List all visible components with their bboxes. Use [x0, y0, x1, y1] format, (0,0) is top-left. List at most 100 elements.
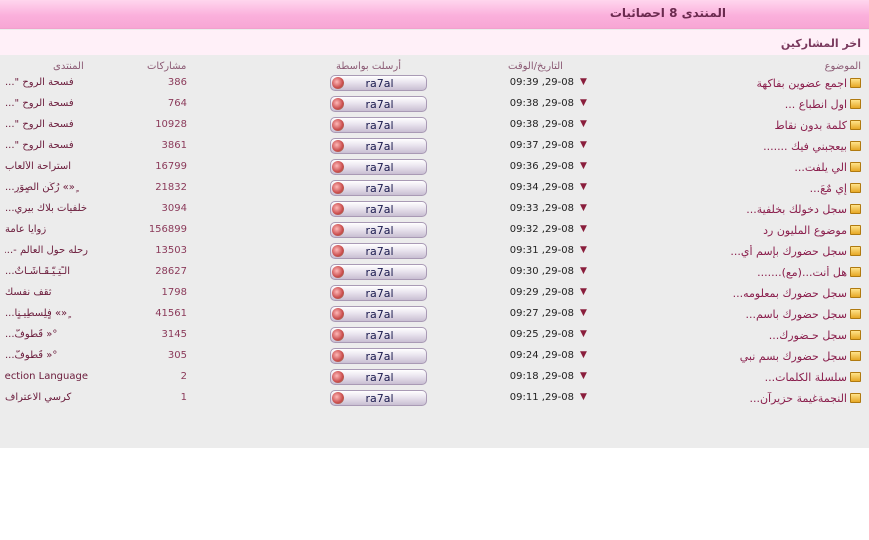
topic-link[interactable]: إيِ مٌعَ... [810, 182, 861, 195]
go-to-post-icon[interactable]: ▼ [580, 203, 587, 213]
go-to-post-icon[interactable]: ▼ [580, 182, 587, 192]
column-header-topic: الموضوع [824, 61, 861, 72]
forum-link[interactable]: ثقف نفسك [5, 287, 88, 298]
table-row: سجل حـضورك... ▼ 29-08, 09:25 ra7al 3145 °« قُ… [0, 325, 869, 346]
topic-link[interactable]: اجمع عضوين بفاكهة [757, 77, 861, 90]
topic-link[interactable]: سجل دخولك بخلفية... [746, 203, 861, 216]
topic-title: هل أنت...(مع)....... [757, 266, 847, 279]
topic-link[interactable]: سجل حضورك بمعلومه... [733, 287, 861, 300]
topic-title: موضوع المليون رد [763, 224, 847, 237]
folder-icon [850, 372, 861, 382]
topic-link[interactable]: سجل حضورك باسم... [746, 308, 861, 321]
go-to-post-icon[interactable]: ▼ [580, 329, 587, 339]
post-date: 29-08, 09:39 [509, 77, 574, 88]
post-date: 29-08, 09:32 [509, 224, 574, 235]
forum-link[interactable]: °« قُطُوفّ... [5, 350, 88, 361]
forum-link[interactable]: زوايا عامة [5, 224, 88, 235]
go-to-post-icon[interactable]: ▼ [580, 98, 587, 108]
topic-link[interactable]: سجل حضورك بإسم أي... [730, 245, 861, 258]
topic-title: الي يلفت... [794, 161, 847, 174]
poster-button[interactable]: ra7al [330, 75, 427, 91]
folder-icon [850, 225, 861, 235]
topic-link[interactable]: كلمة بدون نقاط [774, 119, 861, 132]
forum-link[interactable]: خلفيات بلاك بيري... [5, 203, 88, 214]
poster-button[interactable]: ra7al [330, 327, 427, 343]
poster-button[interactable]: ra7al [330, 306, 427, 322]
go-to-post-icon[interactable]: ▼ [580, 266, 587, 276]
poster-button[interactable]: ra7al [330, 264, 427, 280]
post-date: 29-08, 09:27 [509, 308, 574, 319]
forum-link[interactable]: كرسي الاعتراف [5, 392, 88, 403]
forum-link[interactable]: فسحة الروح "... [5, 98, 88, 109]
go-to-post-icon[interactable]: ▼ [580, 140, 587, 150]
poster-button[interactable]: ra7al [330, 159, 427, 175]
topic-link[interactable]: سجل حضورك بسم نبي [740, 350, 861, 363]
table-row: سجل حضورك بمعلومه... ▼ 29-08, 09:29 ra7al 17… [0, 283, 869, 304]
topic-link[interactable]: الي يلفت... [794, 161, 861, 174]
go-to-post-icon[interactable]: ▼ [580, 161, 587, 171]
forum-link[interactable]: رحله حول العالم -... [5, 245, 88, 256]
poster-button[interactable]: ra7al [330, 243, 427, 259]
post-date: 29-08, 09:18 [509, 371, 574, 382]
go-to-post-icon[interactable]: ▼ [580, 287, 587, 297]
forum-link[interactable]: °« قُطُوفّ... [5, 329, 88, 340]
topic-link[interactable]: سجل حـضورك... [769, 329, 861, 342]
poster-button[interactable]: ra7al [330, 285, 427, 301]
go-to-post-icon[interactable]: ▼ [580, 224, 587, 234]
forum-link[interactable]: ٍ«» فٍلِسطِيـنٍآ... [5, 308, 88, 319]
go-to-post-icon[interactable]: ▼ [580, 77, 587, 87]
go-to-post-icon[interactable]: ▼ [580, 371, 587, 381]
forum-link[interactable]: فسحة الروح "... [5, 119, 88, 130]
poster-button[interactable]: ra7al [330, 96, 427, 112]
poster-button[interactable]: ra7al [330, 348, 427, 364]
table-row: سجل دخولك بخلفية... ▼ 29-08, 09:33 ra7al 309… [0, 199, 869, 220]
go-to-post-icon[interactable]: ▼ [580, 392, 587, 402]
forum-link[interactable]: Section Language... [5, 371, 88, 382]
topic-link[interactable]: سلسلة الكلمات... [765, 371, 861, 384]
forum-link[interactable]: ٍ«» رُكُنٍ آلصٍوَرٍ... [5, 182, 88, 193]
go-to-post-icon[interactable]: ▼ [580, 350, 587, 360]
poster-name: ra7al [365, 119, 394, 132]
go-to-post-icon[interactable]: ▼ [580, 308, 587, 318]
topic-title: النجمةغيمة حزيرآن... [749, 392, 847, 405]
poster-name: ra7al [365, 161, 394, 174]
poster-name: ra7al [365, 392, 394, 405]
poster-name: ra7al [365, 203, 394, 216]
topic-title: إيِ مٌعَ... [809, 182, 847, 195]
forum-link[interactable]: فسحة الروح "... [5, 77, 88, 88]
post-count: 156899 [148, 224, 187, 235]
folder-icon [850, 78, 861, 88]
topic-link[interactable]: هل أنت...(مع)....... [757, 266, 861, 279]
statistics-panel: المنتدى 8 احصائيات اخر المشاركين الموضوع… [0, 0, 869, 448]
poster-button[interactable]: ra7al [330, 117, 427, 133]
topic-link[interactable]: النجمةغيمة حزيرآن... [749, 392, 861, 405]
poster-button[interactable]: ra7al [330, 390, 427, 406]
folder-icon [850, 141, 861, 151]
folder-icon [850, 183, 861, 193]
table-row: سجل حضورك باسم... ▼ 29-08, 09:27 ra7al 41561… [0, 304, 869, 325]
go-to-post-icon[interactable]: ▼ [580, 245, 587, 255]
topic-link[interactable]: موضوع المليون رد [763, 224, 861, 237]
table-row: الي يلفت... ▼ 29-08, 09:36 ra7al 16799 استراح… [0, 157, 869, 178]
topic-link[interactable]: اول انطباع ... [785, 98, 861, 111]
forum-link[interactable]: الـًتِـيّـقَـآشَـآتٌ... [5, 266, 88, 277]
poster-name: ra7al [365, 266, 394, 279]
poster-button[interactable]: ra7al [330, 222, 427, 238]
post-date: 29-08, 09:25 [509, 329, 574, 340]
topic-link[interactable]: بيعجبني فيك ....... [763, 140, 861, 153]
poster-button[interactable]: ra7al [330, 180, 427, 196]
poster-button[interactable]: ra7al [330, 201, 427, 217]
forum-link[interactable]: فسحة الروح "... [5, 140, 88, 151]
topic-title: اول انطباع ... [784, 98, 847, 111]
poster-name: ra7al [365, 329, 394, 342]
post-count: 13503 [155, 245, 187, 256]
folder-icon [850, 120, 861, 130]
go-to-post-icon[interactable]: ▼ [580, 119, 587, 129]
poster-button[interactable]: ra7al [330, 138, 427, 154]
post-count: 28627 [155, 266, 187, 277]
post-date: 29-08, 09:33 [509, 203, 574, 214]
topic-title: كلمة بدون نقاط [774, 119, 847, 132]
table-row: اجمع عضوين بفاكهة ▼ 29-08, 09:39 ra7al 386 فس… [0, 73, 869, 94]
poster-button[interactable]: ra7al [330, 369, 427, 385]
forum-link[interactable]: استراحة الألعاب [5, 161, 88, 172]
